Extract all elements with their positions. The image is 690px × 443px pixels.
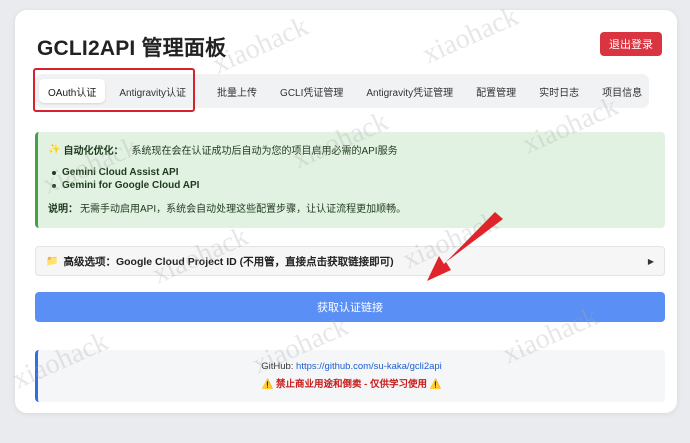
annotation-highlight-box: [33, 68, 195, 112]
main-panel: GCLI2API 管理面板 退出登录 OAuth认证 Antigravity认证…: [15, 10, 677, 413]
automation-info-box: ✨ 自动化优化： 系统现在会在认证成功后自动为您的项目启用必需的API服务 Ge…: [35, 132, 665, 228]
tab-batch-upload[interactable]: 批量上传: [208, 79, 266, 103]
github-link[interactable]: https://github.com/su-kaka/gcli2api: [296, 361, 442, 372]
logout-button[interactable]: 退出登录: [600, 32, 662, 56]
service-list: Gemini Cloud Assist API Gemini for Googl…: [48, 166, 655, 192]
warning-text-row: ⚠️ 禁止商业用途和倒卖 - 仅供学习使用 ⚠️: [38, 376, 665, 390]
tab-gcli-credentials[interactable]: GCLI凭证管理: [271, 79, 352, 103]
bullet-icon: [52, 170, 56, 175]
info-text: 系统现在会在认证成功后自动为您的项目启用必需的API服务: [131, 146, 398, 157]
github-label: GitHub:: [261, 361, 294, 372]
bullet-icon: [52, 183, 56, 188]
tab-realtime-logs[interactable]: 实时日志: [530, 79, 588, 103]
tab-project-info[interactable]: 项目信息: [593, 79, 651, 103]
note-label: 说明：: [48, 204, 78, 215]
note-text: 无需手动启用API，系统会自动处理这些配置步骤，让认证流程更加顺畅。: [80, 204, 407, 215]
warning-icon: ⚠️: [261, 379, 274, 390]
info-heading: 自动化优化：: [63, 146, 124, 157]
info-note: 说明： 无需手动启用API，系统会自动处理这些配置步骤，让认证流程更加顺畅。: [48, 200, 655, 215]
advanced-options-label: 高级选项：Google Cloud Project ID (不用管，直接点击获取…: [63, 255, 394, 268]
tab-antigravity-credentials[interactable]: Antigravity凭证管理: [357, 79, 462, 103]
page-title: GCLI2API 管理面板: [37, 37, 227, 60]
list-item: Gemini Cloud Assist API: [48, 166, 655, 179]
footer-info: GitHub: https://github.com/su-kaka/gcli2…: [35, 350, 665, 402]
advanced-options-toggle[interactable]: 📁 高级选项：Google Cloud Project ID (不用管，直接点击…: [35, 246, 665, 276]
list-item: Gemini for Google Cloud API: [48, 179, 655, 192]
tab-config[interactable]: 配置管理: [467, 79, 525, 103]
folder-icon: 📁: [46, 255, 59, 267]
warning-icon: ⚠️: [429, 379, 442, 390]
sparkle-icon: ✨: [48, 144, 61, 155]
warning-text: 禁止商业用途和倒卖 - 仅供学习使用: [276, 379, 427, 390]
get-auth-link-button[interactable]: 获取认证链接: [35, 292, 665, 322]
expand-arrow-icon: ▶: [647, 256, 654, 266]
